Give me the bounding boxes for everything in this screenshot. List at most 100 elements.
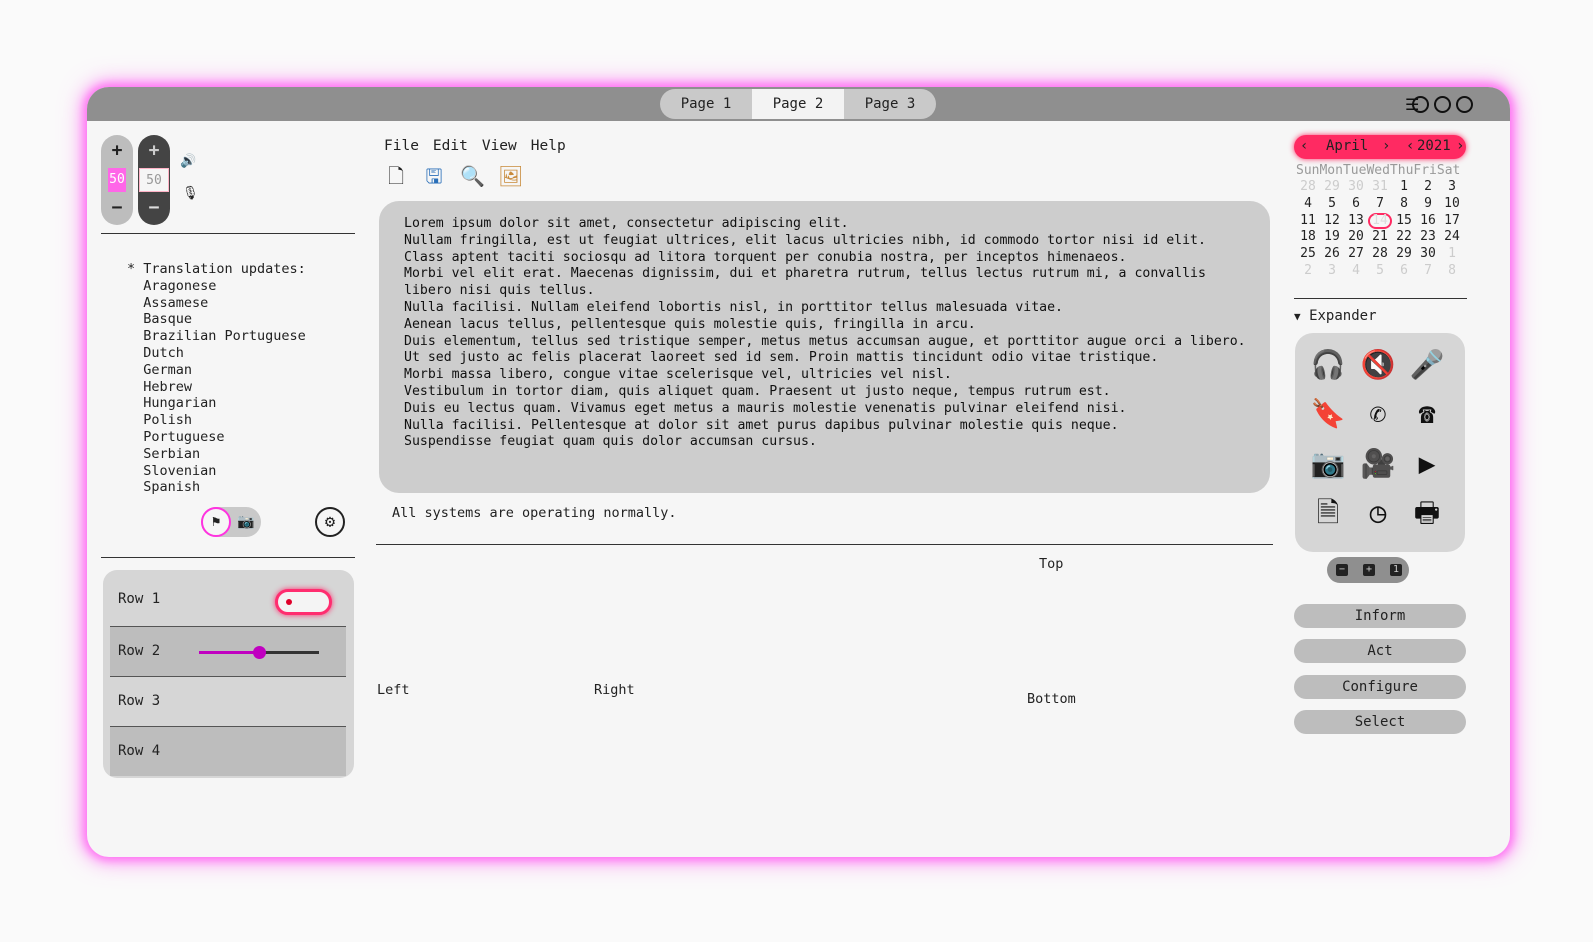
calendar-day[interactable]: 25 (1296, 246, 1320, 263)
speaker-muted-icon[interactable]: 🔇 (1360, 347, 1396, 383)
calendar-day[interactable]: 4 (1344, 263, 1368, 280)
calendar-day[interactable]: 31 (1368, 179, 1392, 196)
speaker-icon[interactable]: 🔊 (180, 154, 196, 169)
calendar-day[interactable]: 15 (1392, 213, 1416, 230)
menu-edit[interactable]: Edit (433, 138, 468, 154)
next-month-icon[interactable]: › (1382, 138, 1390, 154)
list-item[interactable]: Row 1 (110, 575, 346, 625)
next-year-icon[interactable]: › (1456, 138, 1464, 154)
close-button[interactable] (1456, 96, 1473, 113)
reset-icon[interactable]: 1 (1390, 564, 1402, 576)
save-icon[interactable]: 🖫 (422, 164, 446, 188)
decrement-button[interactable]: − (138, 197, 170, 218)
calendar-day[interactable]: 17 (1440, 213, 1464, 230)
prev-month-icon[interactable]: ‹ (1300, 138, 1308, 154)
calendar-day[interactable]: 13 (1344, 213, 1368, 230)
increment-button[interactable]: + (138, 140, 170, 161)
zoom-in-icon[interactable]: + (1363, 564, 1375, 576)
calendar-day-selected[interactable]: 14 (1368, 212, 1392, 230)
calendar-day[interactable]: 19 (1320, 229, 1344, 246)
calendar-day[interactable]: 29 (1320, 179, 1344, 196)
video-camera-icon[interactable]: 🎥 (1360, 446, 1396, 482)
inform-button[interactable]: Inform (1294, 604, 1466, 628)
calendar-day[interactable]: 29 (1392, 246, 1416, 263)
calendar-day[interactable]: 9 (1416, 196, 1440, 213)
text-view[interactable]: Lorem ipsum dolor sit amet, consectetur … (379, 201, 1270, 493)
calendar-day[interactable]: 8 (1392, 196, 1416, 213)
calendar-day[interactable]: 27 (1344, 246, 1368, 263)
calendar-day[interactable]: 10 (1440, 196, 1464, 213)
minimize-button[interactable] (1412, 96, 1429, 113)
clock-icon[interactable]: ◷ (1360, 495, 1396, 531)
prev-year-icon[interactable]: ‹ (1406, 138, 1414, 154)
calendar-day[interactable]: 6 (1392, 263, 1416, 280)
headphones-icon[interactable]: 🎧 (1310, 347, 1346, 383)
menu-view[interactable]: View (482, 138, 517, 154)
calendar-day[interactable]: 21 (1368, 229, 1392, 246)
camera-icon[interactable]: 📷 (1310, 446, 1346, 482)
calendar-day[interactable]: 1 (1392, 179, 1416, 196)
calendar-day[interactable]: 7 (1368, 196, 1392, 213)
gear-icon[interactable]: ⚙ (315, 507, 345, 537)
printer-icon[interactable]: 🖶 (1409, 495, 1445, 531)
microphone-icon[interactable]: 🎙 (182, 186, 199, 201)
calendar-day[interactable]: 26 (1320, 246, 1344, 263)
calendar-day[interactable]: 8 (1440, 263, 1464, 280)
tab-page-1[interactable]: Page 1 (660, 89, 752, 119)
search-icon[interactable]: 🔍 (460, 164, 485, 188)
menu-file[interactable]: File (384, 138, 419, 154)
list-item[interactable]: Row 2 (110, 626, 346, 676)
volume-value-left[interactable]: 50 (108, 168, 126, 192)
calendar-day[interactable]: 20 (1344, 229, 1368, 246)
expander[interactable]: ▼ Expander (1294, 308, 1377, 324)
camera-icon[interactable]: 📷 (233, 509, 259, 535)
calendar-day-names: SunMonTueWedThuFriSat (1296, 163, 1461, 178)
tab-page-2[interactable]: Page 2 (752, 89, 844, 119)
volume-value-right[interactable]: 50 (139, 168, 169, 192)
increment-button[interactable]: + (101, 140, 133, 161)
zoom-out-icon[interactable]: − (1336, 564, 1348, 576)
calendar-day[interactable]: 5 (1368, 263, 1392, 280)
act-button[interactable]: Act (1294, 639, 1466, 663)
hang-up-icon[interactable]: ☎ (1409, 396, 1445, 432)
calendar-day[interactable]: 11 (1296, 213, 1320, 230)
slider[interactable] (199, 646, 319, 659)
calendar-day[interactable]: 5 (1320, 196, 1344, 213)
tab-page-3[interactable]: Page 3 (844, 89, 936, 119)
menu-help[interactable]: Help (531, 138, 566, 154)
calendar-day[interactable]: 22 (1392, 229, 1416, 246)
toggle-switch[interactable] (275, 589, 332, 615)
bookmark-add-icon[interactable]: 🔖 (1310, 396, 1346, 432)
document-add-icon[interactable]: 🗎 (1310, 495, 1346, 531)
calendar-day[interactable]: 2 (1296, 263, 1320, 280)
new-document-icon[interactable]: 🗋 (384, 164, 408, 188)
decrement-button[interactable]: − (101, 197, 133, 218)
configure-button[interactable]: Configure (1294, 675, 1466, 699)
calendar-day[interactable]: 6 (1344, 196, 1368, 213)
calendar-day[interactable]: 1 (1440, 246, 1464, 263)
list-item[interactable]: Row 4 (110, 726, 346, 776)
calendar-day[interactable]: 24 (1440, 229, 1464, 246)
calendar-day[interactable]: 12 (1320, 213, 1344, 230)
calendar-day[interactable]: 18 (1296, 229, 1320, 246)
list-item[interactable]: Row 3 (110, 676, 346, 726)
calendar-day[interactable]: 3 (1320, 263, 1344, 280)
phone-icon[interactable]: ✆ (1360, 396, 1396, 432)
calendar-day[interactable]: 30 (1344, 179, 1368, 196)
slider-handle[interactable] (253, 646, 266, 659)
maximize-button[interactable] (1434, 96, 1451, 113)
calendar-day[interactable]: 30 (1416, 246, 1440, 263)
calendar-day[interactable]: 2 (1416, 179, 1440, 196)
select-button[interactable]: Select (1294, 710, 1466, 734)
image-icon[interactable]: 🖼 (498, 164, 523, 188)
calendar-day[interactable]: 7 (1416, 263, 1440, 280)
calendar-day[interactable]: 28 (1296, 179, 1320, 196)
microphone-icon[interactable]: 🎤 (1409, 347, 1445, 383)
video-icon[interactable]: ▶ (1409, 446, 1445, 482)
calendar-day[interactable]: 3 (1440, 179, 1464, 196)
calendar-day[interactable]: 28 (1368, 246, 1392, 263)
calendar-day[interactable]: 16 (1416, 213, 1440, 230)
flag-icon[interactable]: ⚑ (201, 507, 231, 537)
calendar-day[interactable]: 23 (1416, 229, 1440, 246)
calendar-day[interactable]: 4 (1296, 196, 1320, 213)
